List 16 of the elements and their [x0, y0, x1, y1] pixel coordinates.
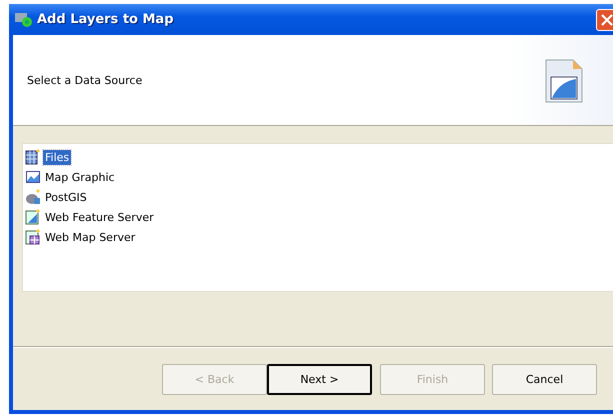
- data-source-item[interactable]: Files: [43, 150, 72, 164]
- app-icon: [15, 12, 33, 28]
- grid-file-icon: [25, 149, 41, 165]
- close-button[interactable]: [596, 8, 613, 30]
- layer-icon: [25, 209, 41, 225]
- cancel-button[interactable]: Cancel: [492, 364, 597, 395]
- next-button[interactable]: Next >: [267, 364, 372, 395]
- data-source-item[interactable]: Web Map Server: [43, 230, 138, 244]
- data-source-item[interactable]: PostGIS: [43, 190, 89, 204]
- grid-layer-icon: [25, 229, 41, 245]
- window-title: Add Layers to Map: [37, 12, 174, 27]
- document-image-icon: [545, 59, 583, 103]
- header-message: Select a Data Source: [27, 74, 142, 86]
- data-source-item[interactable]: Web Feature Server: [43, 210, 156, 224]
- picture-icon: [25, 169, 41, 185]
- data-source-item[interactable]: Map Graphic: [43, 170, 117, 184]
